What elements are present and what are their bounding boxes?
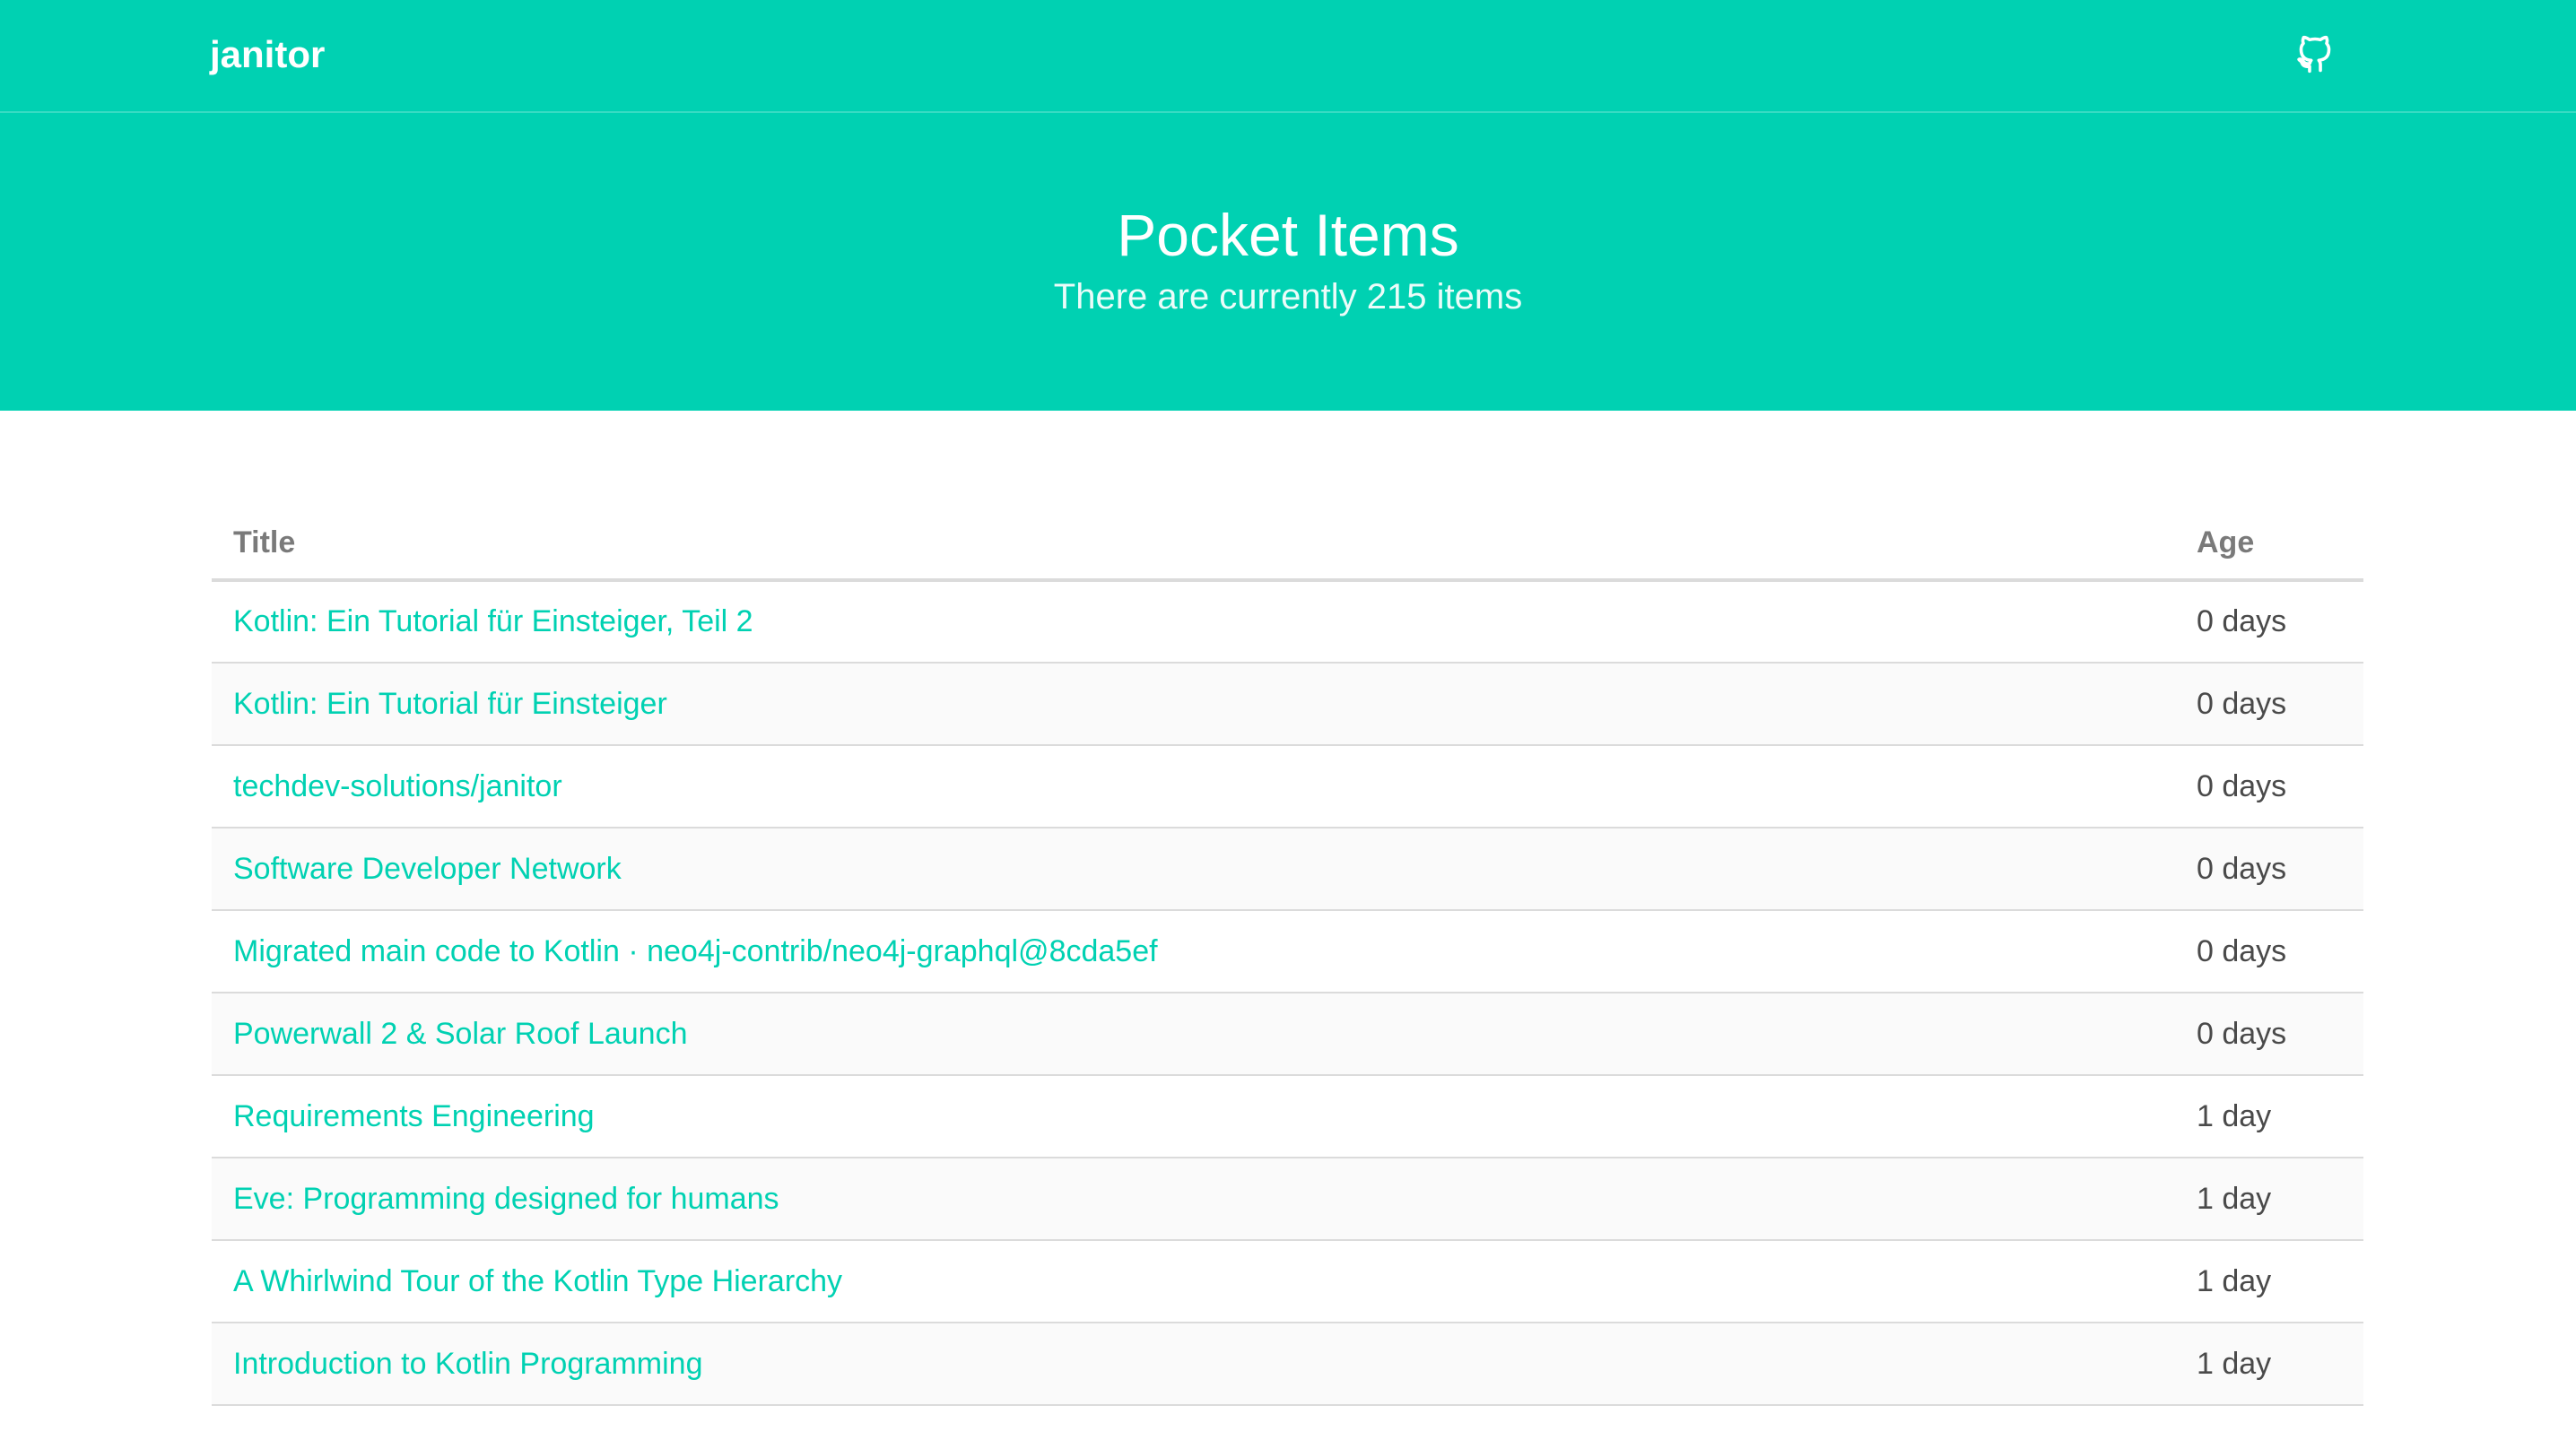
table-header-row: Title Age bbox=[212, 507, 2363, 582]
column-header-title[interactable]: Title bbox=[212, 507, 2175, 582]
item-title-link[interactable]: Powerwall 2 & Solar Roof Launch bbox=[233, 1017, 688, 1051]
item-age: 1 day bbox=[2175, 1158, 2363, 1241]
navbar: janitor bbox=[0, 0, 2576, 113]
hero: Pocket Items There are currently 215 ite… bbox=[0, 113, 2576, 411]
item-age: 0 days bbox=[2175, 828, 2363, 911]
table-row: Introduction to Kotlin Programming 1 day bbox=[212, 1323, 2363, 1406]
table-row: Software Developer Network 0 days bbox=[212, 828, 2363, 911]
item-age: 0 days bbox=[2175, 663, 2363, 746]
column-header-age[interactable]: Age bbox=[2175, 507, 2363, 582]
table-row: A Whirlwind Tour of the Kotlin Type Hier… bbox=[212, 1240, 2363, 1323]
item-age: 0 days bbox=[2175, 580, 2363, 664]
brand-logo[interactable]: janitor bbox=[210, 30, 325, 80]
table-row: Kotlin: Ein Tutorial für Einsteiger, Tei… bbox=[212, 580, 2363, 664]
item-age: 0 days bbox=[2175, 910, 2363, 993]
item-title-link[interactable]: techdev-solutions/janitor bbox=[233, 769, 562, 803]
item-age: 0 days bbox=[2175, 745, 2363, 828]
github-icon[interactable] bbox=[2294, 34, 2336, 75]
item-age: 1 day bbox=[2175, 1323, 2363, 1406]
table-row: Requirements Engineering 1 day bbox=[212, 1075, 2363, 1158]
item-title-link[interactable]: Introduction to Kotlin Programming bbox=[233, 1347, 702, 1381]
item-title-link[interactable]: Kotlin: Ein Tutorial für Einsteiger bbox=[233, 687, 667, 721]
page-title: Pocket Items bbox=[1117, 202, 1459, 268]
item-title-link[interactable]: Kotlin: Ein Tutorial für Einsteiger, Tei… bbox=[233, 604, 753, 638]
item-age: 0 days bbox=[2175, 993, 2363, 1076]
item-title-link[interactable]: Software Developer Network bbox=[233, 852, 622, 886]
page-subtitle: There are currently 215 items bbox=[1053, 277, 1523, 317]
table-row: Powerwall 2 & Solar Roof Launch 0 days bbox=[212, 993, 2363, 1076]
item-title-link[interactable]: Migrated main code to Kotlin · neo4j-con… bbox=[233, 934, 1158, 968]
item-title-link[interactable]: A Whirlwind Tour of the Kotlin Type Hier… bbox=[233, 1264, 842, 1298]
table-row: Migrated main code to Kotlin · neo4j-con… bbox=[212, 910, 2363, 993]
item-title-link[interactable]: Eve: Programming designed for humans bbox=[233, 1182, 779, 1216]
items-table-container: Title Age Kotlin: Ein Tutorial für Einst… bbox=[212, 507, 2363, 1406]
table-row: Eve: Programming designed for humans 1 d… bbox=[212, 1158, 2363, 1241]
item-age: 1 day bbox=[2175, 1240, 2363, 1323]
table-row: techdev-solutions/janitor 0 days bbox=[212, 745, 2363, 828]
table-row: Kotlin: Ein Tutorial für Einsteiger 0 da… bbox=[212, 663, 2363, 746]
item-title-link[interactable]: Requirements Engineering bbox=[233, 1099, 595, 1133]
items-table: Title Age Kotlin: Ein Tutorial für Einst… bbox=[212, 507, 2363, 1406]
item-age: 1 day bbox=[2175, 1075, 2363, 1158]
